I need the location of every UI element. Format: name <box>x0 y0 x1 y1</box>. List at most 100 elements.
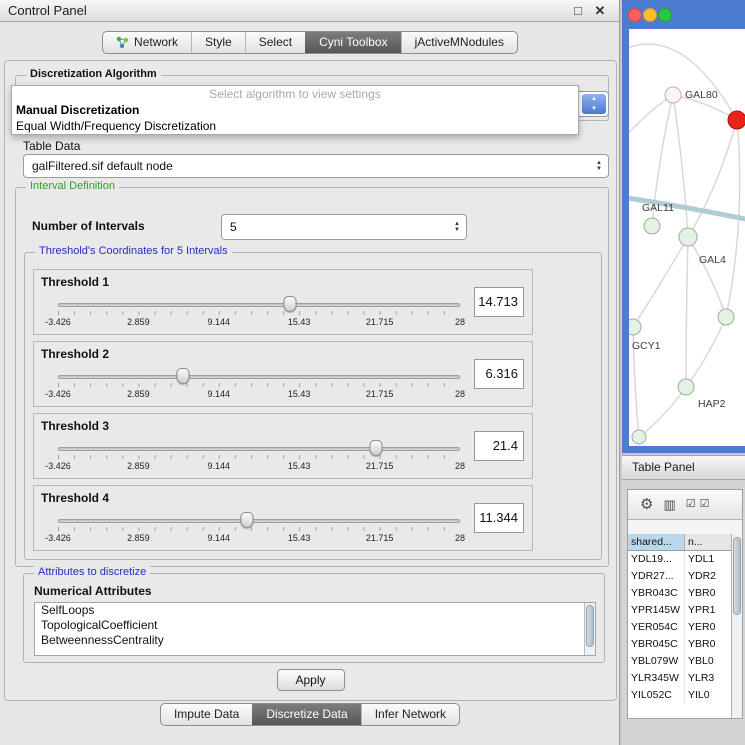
scrollbar-thumb[interactable] <box>586 605 594 647</box>
table-cell[interactable]: YBR045C <box>628 636 685 653</box>
list-item[interactable]: TopologicalCoefficient <box>35 618 595 633</box>
slider-thumb[interactable] <box>284 296 297 312</box>
threshold-2-value-field[interactable]: 6.316 <box>474 359 524 389</box>
tick-label: 21.715 <box>366 389 394 399</box>
tab-network[interactable]: Network <box>103 32 191 53</box>
apply-button[interactable]: Apply <box>277 669 345 691</box>
dropdown-option-equal-width-frequency[interactable]: Equal Width/Frequency Discretization <box>12 118 578 134</box>
table-cell[interactable]: YBR0 <box>685 636 731 653</box>
table-row[interactable]: YDR27... YDR2 <box>628 568 731 585</box>
tab-label: Discretize Data <box>266 704 347 725</box>
column-header-name[interactable]: n... <box>685 534 731 550</box>
threshold-1-slider[interactable]: -3.426 2.859 9.144 15.43 21.715 28 <box>58 270 460 336</box>
table-row[interactable]: YBL079W YBL0 <box>628 653 731 670</box>
tab-jactivemnodules[interactable]: jActiveMNodules <box>401 32 517 53</box>
table-cell[interactable]: YER0 <box>685 619 731 636</box>
control-panel-titlebar[interactable]: Control Panel □ ✕ <box>0 0 619 22</box>
attributes-list-scrollbar[interactable] <box>584 603 595 655</box>
scrollbar-thumb[interactable] <box>733 537 741 615</box>
threshold-3-slider[interactable]: -3.426 2.859 9.144 15.43 21.715 28 <box>58 414 460 480</box>
tick-label: -3.426 <box>45 533 71 543</box>
node-gal11[interactable] <box>644 218 660 234</box>
cyni-toolbox-panel: Discretization Algorithm Select algorith… <box>4 60 617 701</box>
control-panel-window: Control Panel □ ✕ Network <box>0 0 620 745</box>
combo-stepper-icon <box>596 160 602 172</box>
number-of-intervals-combobox[interactable]: 5 <box>221 214 467 240</box>
minimize-icon[interactable]: □ <box>569 0 587 21</box>
list-item[interactable]: SelfLoops <box>35 603 595 618</box>
group-title: Interval Definition <box>26 180 119 192</box>
slider-thumb[interactable] <box>369 440 382 456</box>
select-visible-icon[interactable]: ☑ <box>700 499 710 510</box>
table-cell[interactable]: YPR145W <box>628 602 685 619</box>
table-cell[interactable]: YBL079W <box>628 653 685 670</box>
table-cell[interactable]: YIL052C <box>628 687 685 704</box>
table-cell[interactable]: YLR345W <box>628 670 685 687</box>
numerical-attributes-list: SelfLoops TopologicalCoefficient Between… <box>34 602 596 656</box>
table-row[interactable]: YBR043C YBR0 <box>628 585 731 602</box>
gear-icon[interactable]: ⚙ <box>640 497 653 512</box>
slider-ticks <box>58 311 460 315</box>
tick-label: 21.715 <box>366 317 394 327</box>
table-cell[interactable]: YBR0 <box>685 585 731 602</box>
network-view-window[interactable]: GAL80 GAL11 GAL4 GCY1 HAP2 <box>622 0 745 453</box>
threshold-4-slider[interactable]: -3.426 2.859 9.144 15.43 21.715 28 <box>58 486 460 552</box>
node-right[interactable] <box>718 309 734 325</box>
node-gal80[interactable] <box>665 87 681 103</box>
table-row[interactable]: YPR145W YPR1 <box>628 602 731 619</box>
tick-label: 9.144 <box>208 317 231 327</box>
table-cell[interactable]: YBR043C <box>628 585 685 602</box>
close-icon[interactable]: ✕ <box>591 0 609 21</box>
node-bottom[interactable] <box>632 430 646 444</box>
table-row[interactable]: YBR045C YBR0 <box>628 636 731 653</box>
slider-thumb[interactable] <box>176 368 189 384</box>
node-hap2[interactable] <box>678 379 694 395</box>
table-grid: shared... n... YDL19... YDL1 YDR27... YD… <box>628 534 731 718</box>
table-cell[interactable]: YBL0 <box>685 653 731 670</box>
tick-label: -3.426 <box>45 461 71 471</box>
table-row[interactable]: YER054C YER0 <box>628 619 731 636</box>
table-row[interactable]: YLR345W YLR3 <box>628 670 731 687</box>
node-selected-red[interactable] <box>728 111 745 129</box>
table-cell[interactable]: YDR2 <box>685 568 731 585</box>
columns-icon[interactable]: ▥ <box>663 498 675 511</box>
table-panel-header[interactable]: Table Panel <box>622 455 745 480</box>
tab-select[interactable]: Select <box>245 32 305 53</box>
tab-discretize-data[interactable]: Discretize Data <box>252 704 360 725</box>
table-row[interactable]: YDL19... YDL1 <box>628 551 731 568</box>
threshold-4-value-field[interactable]: 11.344 <box>474 503 524 533</box>
threshold-2-slider[interactable]: -3.426 2.859 9.144 15.43 21.715 28 <box>58 342 460 408</box>
tick-label: 2.859 <box>127 389 150 399</box>
zoom-traffic-light[interactable] <box>659 9 672 22</box>
table-data-combobox[interactable]: galFiltered.sif default node <box>23 154 609 178</box>
table-data-label: Table Data <box>23 139 80 153</box>
tab-label: Cyni Toolbox <box>319 32 387 53</box>
combo-stepper-icon[interactable] <box>582 94 606 114</box>
select-all-icon[interactable]: ☑ <box>686 499 696 510</box>
slider-track <box>58 303 460 307</box>
dropdown-option-manual-discretization[interactable]: Manual Discretization <box>12 102 578 118</box>
tab-style[interactable]: Style <box>191 32 245 53</box>
table-scrollbar[interactable] <box>731 534 742 718</box>
close-traffic-light[interactable] <box>629 9 642 22</box>
threshold-1-value-field[interactable]: 14.713 <box>474 287 524 317</box>
column-header-shared-name[interactable]: shared... <box>628 534 685 550</box>
table-row[interactable]: YIL052C YIL0 <box>628 687 731 704</box>
table-cell[interactable]: YDL1 <box>685 551 731 568</box>
node-gal4[interactable] <box>679 228 697 246</box>
tab-cyni-toolbox[interactable]: Cyni Toolbox <box>305 32 400 53</box>
table-cell[interactable]: YPR1 <box>685 602 731 619</box>
table-cell[interactable]: YDR27... <box>628 568 685 585</box>
table-cell[interactable]: YER054C <box>628 619 685 636</box>
threshold-3-value-field[interactable]: 21.4 <box>474 431 524 461</box>
slider-thumb[interactable] <box>240 512 253 528</box>
table-cell[interactable]: YIL0 <box>685 687 731 704</box>
table-cell[interactable]: YLR3 <box>685 670 731 687</box>
tab-infer-network[interactable]: Infer Network <box>361 704 459 725</box>
list-item[interactable]: BetweennessCentrality <box>35 633 595 648</box>
table-cell[interactable]: YDL19... <box>628 551 685 568</box>
tab-label: Style <box>205 32 232 53</box>
slider-track <box>58 375 460 379</box>
minimize-traffic-light[interactable] <box>644 9 657 22</box>
tab-impute-data[interactable]: Impute Data <box>161 704 252 725</box>
